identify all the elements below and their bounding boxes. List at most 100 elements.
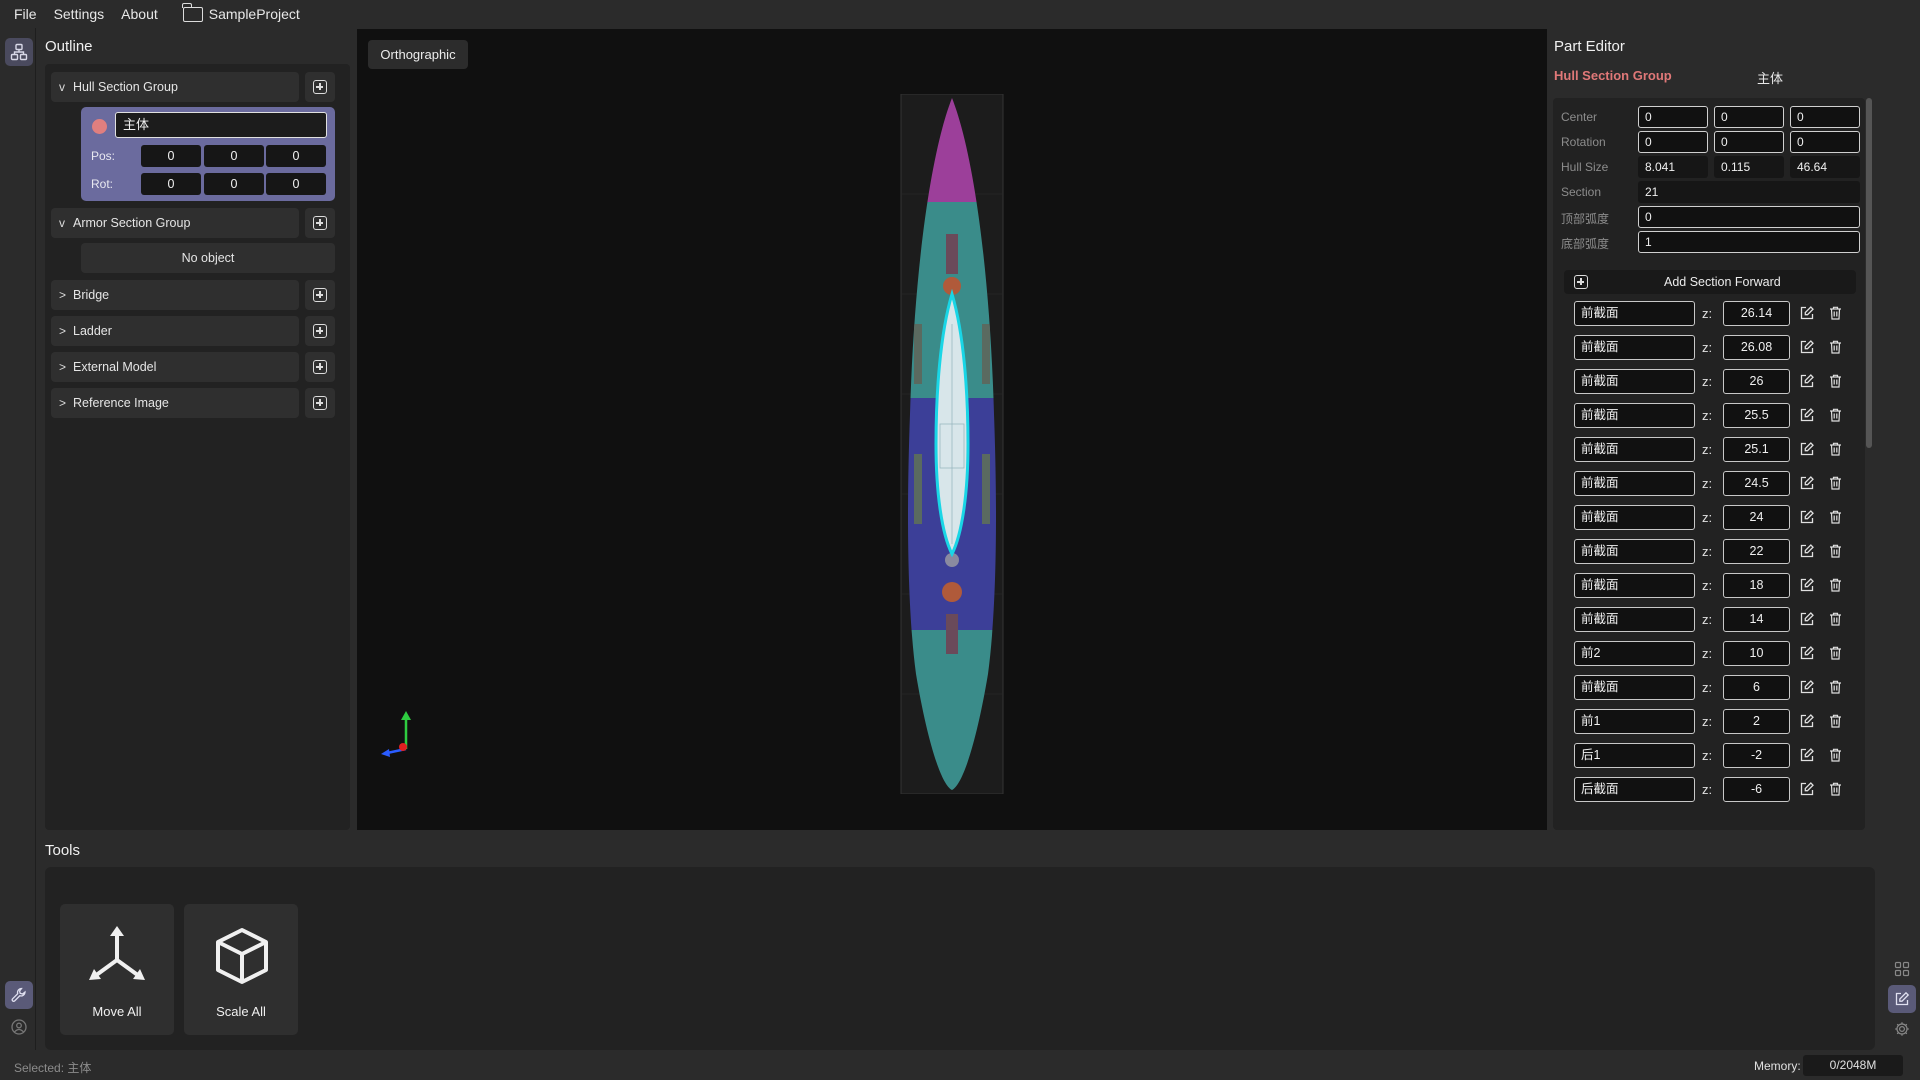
trash-icon[interactable] (1829, 340, 1842, 354)
trash-icon[interactable] (1829, 442, 1842, 456)
pos-z-field[interactable]: 0 (266, 145, 326, 167)
menu-settings[interactable]: Settings (54, 6, 105, 22)
edit-section-icon[interactable] (1800, 782, 1814, 796)
section-z-field[interactable]: 24 (1723, 505, 1790, 530)
section-name-field[interactable]: 前截面 (1574, 403, 1695, 428)
trash-icon[interactable] (1829, 374, 1842, 388)
section-z-field[interactable]: -6 (1723, 777, 1790, 802)
section-name-field[interactable]: 前1 (1574, 709, 1695, 734)
section-z-field[interactable]: 2 (1723, 709, 1790, 734)
section-name-field[interactable]: 后1 (1574, 743, 1695, 768)
section-name-field[interactable]: 前截面 (1574, 369, 1695, 394)
rot-z-field[interactable]: 0 (266, 173, 326, 195)
add-reference-image-button[interactable] (305, 388, 335, 418)
edit-section-icon[interactable] (1800, 476, 1814, 490)
trash-icon[interactable] (1829, 646, 1842, 660)
group-external-model[interactable]: > External Model (51, 352, 299, 382)
edit-section-icon[interactable] (1800, 646, 1814, 660)
rot-y-field[interactable]: 0 (204, 173, 264, 195)
edit-section-icon[interactable] (1800, 442, 1814, 456)
section-name-field[interactable]: 前截面 (1574, 437, 1695, 462)
trash-icon[interactable] (1829, 408, 1842, 422)
center-y-field[interactable]: 0 (1714, 106, 1784, 128)
section-name-field[interactable]: 前截面 (1574, 675, 1695, 700)
add-external-model-button[interactable] (305, 352, 335, 382)
trash-icon[interactable] (1829, 510, 1842, 524)
edit-section-icon[interactable] (1800, 374, 1814, 388)
trash-icon[interactable] (1829, 306, 1842, 320)
scale-all-button[interactable]: Scale All (184, 904, 298, 1035)
edit-section-icon[interactable] (1800, 612, 1814, 626)
add-hull-section-button[interactable] (305, 72, 335, 102)
section-z-field[interactable]: 26 (1723, 369, 1790, 394)
section-z-field[interactable]: 25.5 (1723, 403, 1790, 428)
section-z-field[interactable]: 6 (1723, 675, 1790, 700)
layout-rail-button[interactable] (1888, 955, 1916, 983)
section-z-field[interactable]: 22 (1723, 539, 1790, 564)
rotation-z-field[interactable]: 0 (1790, 131, 1860, 153)
project-button[interactable]: SampleProject (181, 2, 300, 22)
trash-icon[interactable] (1829, 714, 1842, 728)
settings-rail-button[interactable] (1888, 1015, 1916, 1043)
menu-about[interactable]: About (121, 6, 158, 22)
section-name-field[interactable]: 前截面 (1574, 573, 1695, 598)
edit-section-icon[interactable] (1800, 306, 1814, 320)
group-ladder[interactable]: > Ladder (51, 316, 299, 346)
trash-icon[interactable] (1829, 544, 1842, 558)
section-name-field[interactable]: 前2 (1574, 641, 1695, 666)
rotation-y-field[interactable]: 0 (1714, 131, 1784, 153)
3d-viewport[interactable] (357, 29, 1547, 830)
edit-section-icon[interactable] (1800, 714, 1814, 728)
menu-file[interactable]: File (14, 6, 37, 22)
center-x-field[interactable]: 0 (1638, 106, 1708, 128)
section-name-field[interactable]: 前截面 (1574, 301, 1695, 326)
section-name-field[interactable]: 前截面 (1574, 471, 1695, 496)
pos-x-field[interactable]: 0 (141, 145, 201, 167)
section-name-field[interactable]: 前截面 (1574, 505, 1695, 530)
group-bridge[interactable]: > Bridge (51, 280, 299, 310)
section-z-field[interactable]: 25.1 (1723, 437, 1790, 462)
trash-icon[interactable] (1829, 476, 1842, 490)
view-mode-button[interactable]: Orthographic (368, 40, 468, 69)
add-ladder-button[interactable] (305, 316, 335, 346)
trash-icon[interactable] (1829, 748, 1842, 762)
rotation-x-field[interactable]: 0 (1638, 131, 1708, 153)
edit-section-icon[interactable] (1800, 578, 1814, 592)
section-name-field[interactable]: 后截面 (1574, 777, 1695, 802)
group-reference-image[interactable]: > Reference Image (51, 388, 299, 418)
section-z-field[interactable]: 26.14 (1723, 301, 1790, 326)
add-bridge-button[interactable] (305, 280, 335, 310)
add-armor-section-button[interactable] (305, 208, 335, 238)
edit-section-icon[interactable] (1800, 748, 1814, 762)
edit-section-icon[interactable] (1800, 408, 1814, 422)
top-arc-field[interactable]: 0 (1638, 206, 1860, 228)
hull-color-swatch[interactable] (92, 119, 107, 134)
rot-x-field[interactable]: 0 (141, 173, 201, 195)
section-z-field[interactable]: 10 (1723, 641, 1790, 666)
move-all-button[interactable]: Move All (60, 904, 174, 1035)
section-z-field[interactable]: -2 (1723, 743, 1790, 768)
account-rail-button[interactable] (5, 1013, 33, 1041)
section-z-field[interactable]: 24.5 (1723, 471, 1790, 496)
section-z-field[interactable]: 14 (1723, 607, 1790, 632)
bottom-arc-field[interactable]: 1 (1638, 231, 1860, 253)
section-name-field[interactable]: 前截面 (1574, 539, 1695, 564)
edit-section-icon[interactable] (1800, 544, 1814, 558)
edit-section-icon[interactable] (1800, 680, 1814, 694)
trash-icon[interactable] (1829, 680, 1842, 694)
part-editor-rail-button[interactable] (1888, 985, 1916, 1013)
hierarchy-rail-button[interactable] (5, 38, 33, 66)
tools-rail-button[interactable] (5, 981, 33, 1009)
center-z-field[interactable]: 0 (1790, 106, 1860, 128)
part-editor-scrollbar[interactable] (1866, 98, 1872, 448)
trash-icon[interactable] (1829, 782, 1842, 796)
section-name-field[interactable]: 前截面 (1574, 607, 1695, 632)
edit-section-icon[interactable] (1800, 510, 1814, 524)
group-armor-section[interactable]: v Armor Section Group (51, 208, 299, 238)
ship-model[interactable] (900, 94, 1004, 794)
pos-y-field[interactable]: 0 (204, 145, 264, 167)
hull-name-input[interactable]: 主体 (115, 112, 327, 138)
section-name-field[interactable]: 前截面 (1574, 335, 1695, 360)
section-z-field[interactable]: 26.08 (1723, 335, 1790, 360)
trash-icon[interactable] (1829, 612, 1842, 626)
